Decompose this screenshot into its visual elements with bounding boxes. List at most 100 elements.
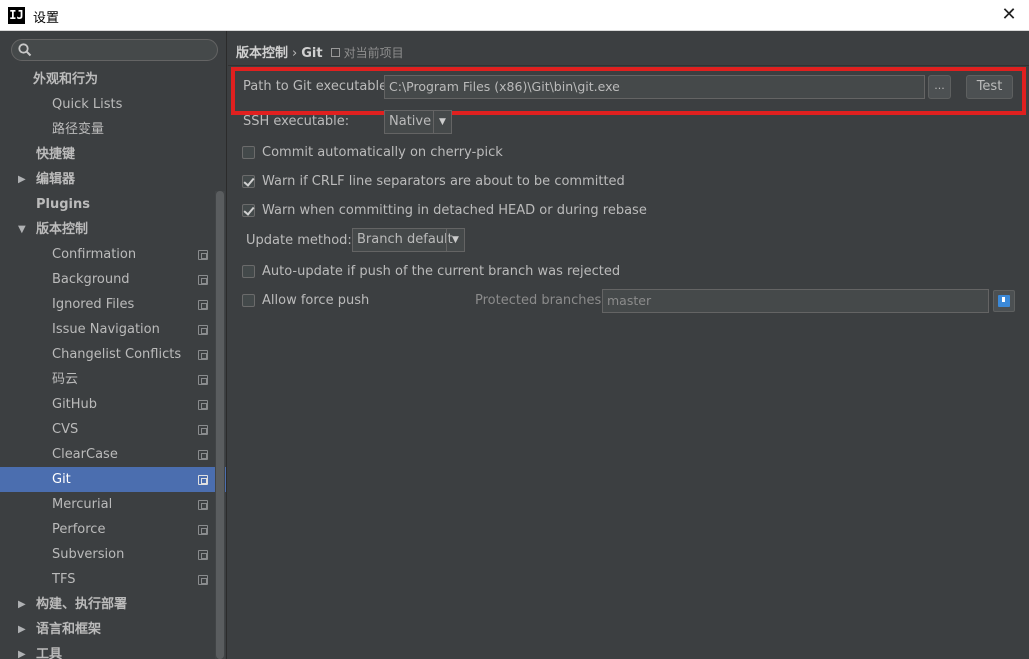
dropdown-arrow-icon: ▼ bbox=[433, 111, 451, 133]
sidebar-item[interactable]: ▶ 工具 bbox=[0, 642, 226, 659]
settings-search-box[interactable] bbox=[11, 39, 218, 61]
collapsed-arrow-icon[interactable]: ▶ bbox=[18, 642, 26, 659]
sidebar-item[interactable]: ▼ 版本控制 bbox=[0, 217, 226, 242]
ssh-executable-value: Native bbox=[389, 114, 432, 129]
auto-update-label: Auto-update if push of the current branc… bbox=[262, 264, 621, 279]
warn-detached-head-label: Warn when committing in detached HEAD or… bbox=[262, 203, 647, 218]
sidebar-item-label: Subversion bbox=[52, 547, 125, 562]
warn-crlf-label: Warn if CRLF line separators are about t… bbox=[262, 174, 625, 189]
breadcrumb-current: Git bbox=[301, 46, 323, 61]
sidebar-item-label: 构建、执行部署 bbox=[36, 597, 128, 612]
sidebar-item-label: CVS bbox=[52, 422, 79, 437]
collapsed-arrow-icon[interactable]: ▶ bbox=[18, 592, 26, 617]
project-scope-icon bbox=[198, 475, 208, 485]
project-scope-icon bbox=[198, 325, 208, 335]
title-bar: IJ 设置 ✕ bbox=[0, 0, 1029, 31]
sidebar-item[interactable]: ▶ 语言和框架 bbox=[0, 617, 226, 642]
warn-detached-head-checkbox[interactable] bbox=[242, 204, 255, 217]
sidebar-item-label: Issue Navigation bbox=[52, 322, 160, 337]
project-scope-icon bbox=[198, 450, 208, 460]
sidebar-item[interactable]: Perforce bbox=[0, 517, 226, 542]
protected-branches-apply-icon[interactable] bbox=[993, 290, 1015, 312]
sidebar-item-label: 快捷键 bbox=[36, 147, 76, 162]
settings-sidebar: 外观和行为 Quick Lists 路径变量快捷键 ▶ 编辑器 Plugins ▼ 版本控制 C… bbox=[0, 31, 227, 659]
settings-tree: 外观和行为 Quick Lists 路径变量快捷键 ▶ 编辑器 Plugins ▼ 版本控制 C… bbox=[0, 67, 226, 659]
sidebar-item-label: TFS bbox=[52, 572, 76, 587]
breadcrumb-scope-note: 对当前项目 bbox=[343, 46, 404, 60]
search-icon bbox=[18, 43, 32, 57]
sidebar-item[interactable]: Background bbox=[0, 267, 226, 292]
commit-cherry-pick-label: Commit automatically on cherry-pick bbox=[262, 145, 503, 160]
sidebar-scrollbar-thumb[interactable] bbox=[216, 191, 224, 659]
sidebar-item[interactable]: Subversion bbox=[0, 542, 226, 567]
sidebar-item[interactable]: 快捷键 bbox=[0, 142, 226, 167]
sidebar-item-label: Perforce bbox=[52, 522, 106, 537]
dropdown-arrow-icon: ▼ bbox=[446, 229, 464, 251]
sidebar-item[interactable]: CVS bbox=[0, 417, 226, 442]
sidebar-item[interactable]: Git bbox=[0, 467, 226, 492]
settings-search-input[interactable] bbox=[36, 41, 212, 59]
highlight-annotation-box bbox=[231, 67, 1026, 115]
sidebar-item-label: 码云 bbox=[52, 372, 79, 387]
intellij-app-icon: IJ bbox=[8, 7, 25, 24]
sidebar-item-label: Mercurial bbox=[52, 497, 113, 512]
project-scope-icon bbox=[198, 425, 208, 435]
sidebar-item[interactable]: Issue Navigation bbox=[0, 317, 226, 342]
ssh-executable-select[interactable]: Native ▼ bbox=[384, 110, 452, 134]
project-scope-icon bbox=[198, 375, 208, 385]
commit-cherry-pick-checkbox[interactable] bbox=[242, 146, 255, 159]
project-scope-icon bbox=[198, 575, 208, 585]
sidebar-item-label: Background bbox=[52, 272, 130, 287]
sidebar-item-label: 语言和框架 bbox=[36, 622, 102, 637]
update-method-value: Branch default bbox=[357, 232, 453, 247]
sidebar-item-label: 工具 bbox=[36, 647, 63, 659]
close-icon[interactable]: ✕ bbox=[989, 0, 1029, 31]
auto-update-checkbox[interactable] bbox=[242, 265, 255, 278]
sidebar-item[interactable]: Mercurial bbox=[0, 492, 226, 517]
sidebar-item[interactable]: 路径变量 bbox=[0, 117, 226, 142]
project-scope-icon bbox=[198, 300, 208, 310]
sidebar-item[interactable]: Ignored Files bbox=[0, 292, 226, 317]
sidebar-item-label: Quick Lists bbox=[52, 97, 123, 112]
allow-force-push-label: Allow force push bbox=[262, 293, 370, 308]
ssh-executable-label: SSH executable: bbox=[243, 114, 350, 129]
sidebar-item[interactable]: Changelist Conflicts bbox=[0, 342, 226, 367]
update-method-select[interactable]: Branch default ▼ bbox=[352, 228, 465, 252]
sidebar-item[interactable]: ▶ 构建、执行部署 bbox=[0, 592, 226, 617]
sidebar-item-label: 路径变量 bbox=[52, 122, 105, 137]
project-scope-icon bbox=[198, 250, 208, 260]
breadcrumb-parent: 版本控制 bbox=[236, 46, 289, 61]
sidebar-item[interactable]: ClearCase bbox=[0, 442, 226, 467]
sidebar-item[interactable]: TFS bbox=[0, 567, 226, 592]
sidebar-item-label: 编辑器 bbox=[36, 172, 76, 187]
project-scope-icon bbox=[198, 525, 208, 535]
protected-branches-label: Protected branches: bbox=[475, 293, 606, 308]
sidebar-item-label: Git bbox=[52, 472, 71, 487]
window-title: 设置 bbox=[33, 11, 60, 26]
sidebar-item-label: Changelist Conflicts bbox=[52, 347, 182, 362]
allow-force-push-checkbox[interactable] bbox=[242, 294, 255, 307]
collapsed-arrow-icon[interactable]: ▶ bbox=[18, 167, 26, 192]
expanded-arrow-icon[interactable]: ▼ bbox=[18, 217, 26, 242]
project-scope-icon bbox=[198, 275, 208, 285]
sidebar-item[interactable]: Quick Lists bbox=[0, 92, 226, 117]
update-method-label: Update method: bbox=[246, 233, 352, 248]
sidebar-item[interactable]: Confirmation bbox=[0, 242, 226, 267]
breadcrumb: 版本控制 › Git 对当前项目 bbox=[236, 42, 404, 61]
protected-branches-field[interactable]: master bbox=[602, 289, 989, 313]
git-settings-panel: 版本控制 › Git 对当前项目 Path to Git executable: C:… bbox=[228, 31, 1029, 659]
sidebar-item[interactable]: ▶ 编辑器 bbox=[0, 167, 226, 192]
sidebar-item[interactable]: GitHub bbox=[0, 392, 226, 417]
warn-crlf-checkbox[interactable] bbox=[242, 175, 255, 188]
breadcrumb-separator: › bbox=[292, 46, 298, 61]
sidebar-item-label: ClearCase bbox=[52, 447, 118, 462]
sidebar-item[interactable]: 码云 bbox=[0, 367, 226, 392]
sidebar-item-label: Plugins bbox=[36, 197, 90, 212]
project-scope-icon bbox=[198, 350, 208, 360]
sidebar-item[interactable]: Plugins bbox=[0, 192, 226, 217]
sidebar-item-label: 外观和行为 bbox=[33, 72, 99, 87]
collapsed-arrow-icon[interactable]: ▶ bbox=[18, 617, 26, 642]
sidebar-item-label: Confirmation bbox=[52, 247, 137, 262]
sidebar-item-label: Ignored Files bbox=[52, 297, 135, 312]
sidebar-item[interactable]: 外观和行为 bbox=[0, 67, 226, 92]
